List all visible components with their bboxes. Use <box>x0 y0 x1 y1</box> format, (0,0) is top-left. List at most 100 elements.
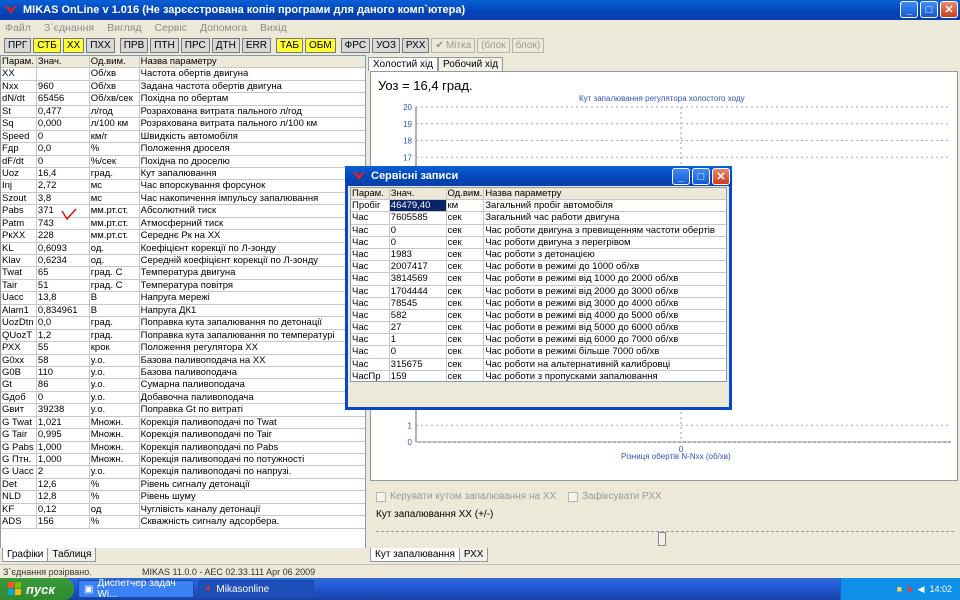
control-uoz-checkbox-row[interactable]: Керувати кутом запалювання на ХХ <box>376 491 556 502</box>
header-param[interactable]: Парам. <box>1 56 37 68</box>
taskbar-mikasonline[interactable]: ✦ Mikasonline <box>198 580 314 598</box>
toolbar-button-4[interactable]: ПРВ <box>119 37 149 53</box>
dialog-header-value[interactable]: Знач. <box>390 188 447 200</box>
service-row[interactable]: Пробіг 46479,40 км Загальний пробіг автомоб… <box>351 200 726 213</box>
parameter-row[interactable]: Alam1 0,834961 В Напруга ДК1 <box>1 304 365 318</box>
parameter-row[interactable]: G Птн. 1,000 Множн. Корекція паливоподачі п… <box>1 454 365 467</box>
service-row[interactable]: Час 7605585 сек Загальний час работи двигун… <box>351 212 726 225</box>
fix-pxx-checkbox-row[interactable]: Зафіксувати РХХ <box>568 491 662 502</box>
toolbar-button-11[interactable]: ФРС <box>340 37 371 53</box>
parameter-row[interactable]: G Twat 1,021 Множн. Корекція паливоподачі п… <box>1 416 365 430</box>
parameter-row[interactable]: Uoz 16,4 град. Кут запалювання <box>1 167 365 181</box>
parameter-row[interactable]: Patm 743 мм.рт.ст. Атмосферний тиск <box>1 217 365 231</box>
dialog-minimize-button[interactable]: _ <box>672 168 690 185</box>
parameter-row[interactable]: Klav 0,6234 од. Середній коефіцієнт корекці… <box>1 255 365 268</box>
toolbar-button-3[interactable]: ПХХ <box>86 37 115 53</box>
tab-ignition-angle[interactable]: Кут запалювання <box>370 548 460 562</box>
toolbar-button-7[interactable]: ДТН <box>211 37 240 53</box>
parameter-row[interactable]: Gвит 39238 у.о. Поправка Gt по витраті <box>1 404 365 417</box>
parameter-row[interactable]: G0B 110 у.о. Базова паливоподача <box>1 366 365 380</box>
maximize-button[interactable]: □ <box>920 1 938 18</box>
toolbar-button-9[interactable]: ТАБ <box>275 37 303 53</box>
parameter-row[interactable]: G Tair 0,995 Множн. Корекція паливоподачі п… <box>1 429 365 442</box>
parameter-row[interactable]: G0xx 58 у.о. Базова паливоподача на ХХ <box>1 354 365 367</box>
tab-table[interactable]: Таблиця <box>47 548 97 562</box>
toolbar-button-0[interactable]: ПРГ <box>4 37 32 53</box>
menu-help[interactable]: Допомога <box>200 22 247 34</box>
service-row[interactable]: Час 0 сек Час роботи в режимі більше 7000 о… <box>351 346 726 359</box>
toolbar-button-1[interactable]: СТБ <box>33 37 61 53</box>
parameter-row[interactable]: KL 0,6093 од. Коефіцієнт корекції по Л-зонд… <box>1 242 365 255</box>
parameter-row[interactable]: Tair 51 град. С Температура повітря <box>1 279 365 293</box>
parameter-row[interactable]: Det 12,6% Рівень сигналу детонації <box>1 478 365 492</box>
parameter-row[interactable]: G Uacc 2 у.о. Корекція паливоподачі по напр… <box>1 466 365 479</box>
service-row[interactable]: Час 0 сек Час роботи двигуна з перегрівом <box>351 236 726 249</box>
menu-view[interactable]: Вигляд <box>107 22 141 34</box>
parameter-row[interactable]: Nxx 960 Об/хв Задана частота обертів двигун… <box>1 80 365 94</box>
parameter-row[interactable]: Sq 0,000 л/100 км Розрахована витрата пальн… <box>1 118 365 131</box>
tab-pxx[interactable]: РХХ <box>458 548 489 562</box>
dialog-header-param[interactable]: Парам. <box>351 188 390 200</box>
menu-file[interactable]: Файл <box>5 22 31 34</box>
service-row[interactable]: Час 2007417 сек Час роботи в режимі до 1000… <box>351 261 726 274</box>
service-row[interactable]: Час 3814569 сек Час роботи в режимі від 100… <box>351 273 726 286</box>
toolbar-button-10[interactable]: ОБМ <box>305 37 336 53</box>
service-row[interactable]: Час 1 сек Час роботи в режимі від 6000 до 7… <box>351 334 726 347</box>
parameter-row[interactable]: Speed 0 км/г Швидкість автомобіля <box>1 130 365 144</box>
header-unit[interactable]: Од.вим. <box>90 56 140 68</box>
header-value[interactable]: Знач. <box>37 56 90 68</box>
parameter-row[interactable]: G Pabs 1,000 Множн. Корекція паливоподачі п… <box>1 441 365 454</box>
fix-pxx-checkbox[interactable] <box>568 491 578 502</box>
service-row[interactable]: Час 1983 сек Час роботи з детонацією <box>351 248 726 262</box>
tab-graphs[interactable]: Графіки <box>2 548 49 562</box>
tab-idle[interactable]: Холостий хід <box>368 57 438 71</box>
minimize-button[interactable]: _ <box>900 1 918 18</box>
toolbar-button-6[interactable]: ПРС <box>180 37 210 53</box>
parameter-row[interactable]: РкХХ 228 мм.рт.ст. Середнє Рк на ХХ <box>1 230 365 243</box>
parameter-row[interactable]: Gдоб 0 у.о. Добавочна паливоподача <box>1 391 365 405</box>
parameter-row[interactable]: Uacc 13,8 В Напруга мережі <box>1 292 365 305</box>
parameter-row[interactable]: NLD 12,8% Рівень шуму <box>1 491 365 504</box>
parameter-row[interactable]: St 0,477 л/год Розрахована витрата пального… <box>1 105 365 119</box>
toolbar-button-2[interactable]: ХХ <box>62 37 85 53</box>
clock[interactable]: 14:02 <box>929 584 952 594</box>
close-button[interactable]: ✕ <box>940 1 958 18</box>
dialog-close-button[interactable]: ✕ <box>712 168 730 185</box>
parameter-row[interactable]: KF 0,12 од Чуглівість каналу детонації <box>1 503 365 517</box>
parameter-row[interactable]: Twat 65 град. С Температура двигуна <box>1 267 365 280</box>
service-row[interactable]: Час 27 сек Час роботи в режимі від 5000 до … <box>351 322 726 335</box>
taskbar-task-manager[interactable]: ▣ Диспетчер задач Wi... <box>78 578 194 600</box>
menu-service[interactable]: Сервіс <box>155 22 187 34</box>
menu-exit[interactable]: Вихід <box>260 22 287 34</box>
parameter-row[interactable]: Szout 3,8 мс Час накопичення імпульсу запал… <box>1 192 365 206</box>
dialog-maximize-button[interactable]: □ <box>692 168 710 185</box>
block-button-1[interactable]: (блок <box>477 37 510 53</box>
tray-icon-volume[interactable]: ◀ <box>918 584 925 595</box>
parameter-row[interactable]: dF/dt 0 %/сек Похідна по дроселю <box>1 155 365 168</box>
tray-icon-shield[interactable]: ■ <box>897 584 902 594</box>
menu-connection[interactable]: З`єднання <box>44 22 94 34</box>
tray-icon-network[interactable]: ■ <box>907 584 912 594</box>
mark-button[interactable]: ✔ Мітка <box>431 37 476 53</box>
toolbar-button-5[interactable]: ПТН <box>150 37 179 53</box>
service-row[interactable]: ЧасПр 159 сек Час роботи з пропусками запал… <box>351 370 726 381</box>
control-uoz-checkbox[interactable] <box>376 491 386 502</box>
parameter-row[interactable]: РХХ 55 крок Положення регулятора ХХ <box>1 342 365 355</box>
service-row[interactable]: Час 1704444 сек Час роботи в режимі від 200… <box>351 285 726 298</box>
parameter-row[interactable]: ADS 156% Скважність сигналу адсорбера. <box>1 516 365 529</box>
parameter-row[interactable]: dN/dt 65456 Об/хв/сек Похідна по обертам <box>1 93 365 106</box>
header-name[interactable]: Назва параметру <box>140 56 365 67</box>
service-row[interactable]: Час 582 сек Час роботи в режимі від 4000 до… <box>351 309 726 323</box>
parameter-row[interactable]: Inj 2,72 мс Час впорскування форсунок <box>1 180 365 193</box>
parameter-row[interactable]: Gt 86 у.о. Сумарна паливоподача <box>1 379 365 392</box>
toolbar-button-8[interactable]: ERR <box>241 37 271 53</box>
parameter-row[interactable]: QUozT 1,2 град. Поправка кута запалювання п… <box>1 329 365 343</box>
toolbar-button-13[interactable]: РХХ <box>401 37 430 53</box>
dialog-header-name[interactable]: Назва параметру <box>484 188 726 199</box>
parameter-row[interactable]: Pabs 371 мм.рт.ст. Абсолютний тиск <box>1 205 365 218</box>
block-button-2[interactable]: блок) <box>511 37 545 53</box>
parameter-row[interactable]: UozDtn 0,0 град. Поправка кута запалювання … <box>1 317 365 330</box>
tab-working[interactable]: Робочий хід <box>438 57 504 71</box>
service-row[interactable]: Час 0 сек Час роботи двигуна з превищенням … <box>351 224 726 237</box>
start-button[interactable]: пуск <box>0 578 74 600</box>
